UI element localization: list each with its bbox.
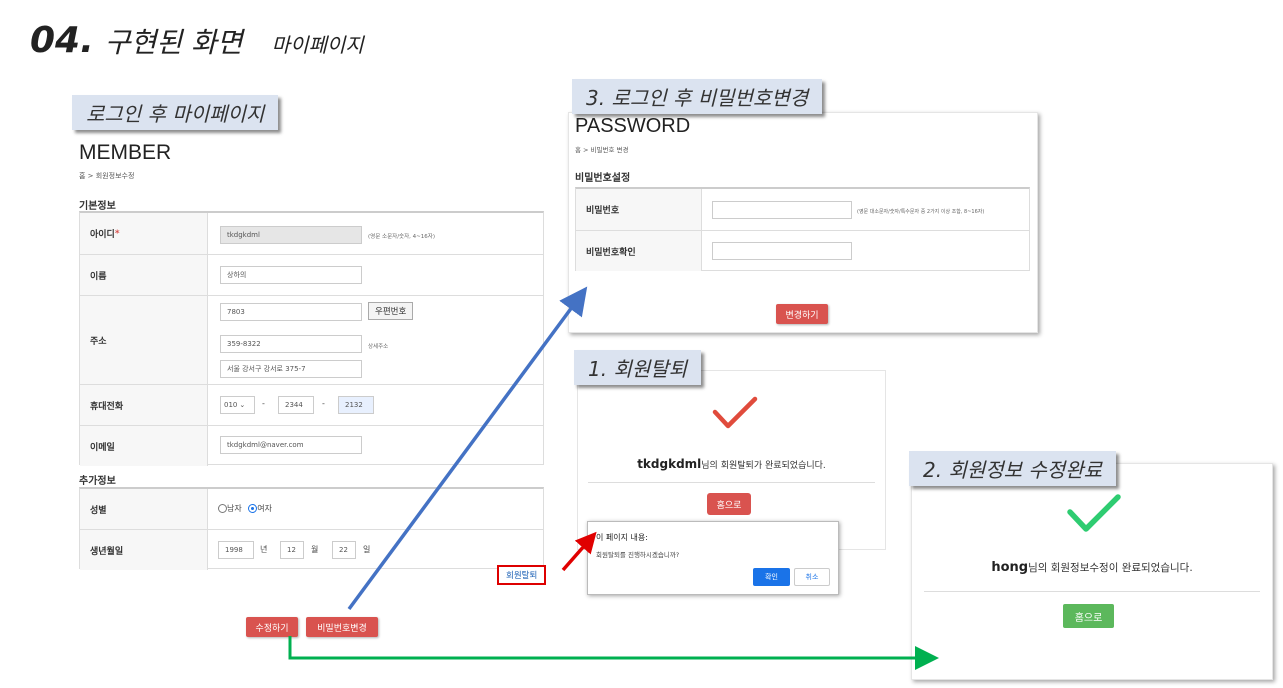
withdraw-message-text: 님의 회원탈퇴가 완료되었습니다. [701, 461, 826, 471]
birth-day-unit: 일 [363, 545, 371, 554]
save-button[interactable]: 수정하기 [246, 617, 298, 637]
phone-dash-2: - [322, 399, 325, 408]
edit-done-home-button[interactable]: 홈으로 [1063, 604, 1114, 628]
row-password: 비밀번호 (영문 대소문자/숫자/특수문자 중 2가지 이상 조합, 8~16자… [576, 189, 1029, 231]
withdraw-link[interactable]: 회원탈퇴 [497, 565, 547, 585]
address2-field[interactable]: 서울 강서구 강서로 375-7 [220, 360, 362, 378]
check-icon [1067, 494, 1121, 532]
row-id: 아이디 * tkdgkdml (영문 소문자/숫자, 4~16자) [80, 213, 543, 255]
id-field[interactable]: tkdgkdml [220, 226, 362, 244]
password-hint: (영문 대소문자/숫자/특수문자 중 2가지 이상 조합, 8~16자) [857, 209, 985, 215]
id-hint: (영문 소문자/숫자, 4~16자) [368, 234, 435, 240]
password-confirm-label: 비밀번호확인 [576, 231, 702, 271]
arrow-to-edit-done [288, 636, 939, 670]
dialog-ok-button[interactable]: 확인 [753, 568, 790, 586]
slide-subtitle: 마이페이지 [271, 33, 364, 57]
birth-day-field[interactable]: 22 [332, 541, 356, 559]
basic-info-title: 기본정보 [79, 201, 116, 212]
caption-password: 3. 로그인 후 비밀번호변경 [572, 79, 823, 114]
divider [924, 591, 1260, 592]
caption-edit-done: 2. 회원정보 수정완료 [909, 451, 1116, 486]
name-label: 이름 [80, 255, 208, 295]
phone-dash-1: - [262, 399, 265, 408]
row-name: 이름 상하의 [80, 255, 543, 296]
member-breadcrumb: 홈 > 회원정보수정 [79, 172, 135, 180]
row-address: 주소 7803 우편번호 359-8322 상세주소 서울 강서구 강서로 37… [80, 296, 543, 385]
row-birth: 생년월일 1998 년 12 월 22 일 [80, 530, 543, 570]
address1-field[interactable]: 359-8322 [220, 335, 362, 353]
phone-last-field[interactable]: 2132 [338, 396, 374, 414]
postcode-field[interactable]: 7803 [220, 303, 362, 321]
email-label: 이메일 [80, 426, 208, 466]
edit-done-message-text: 님의 회원정보수정이 완료되었습니다. [1028, 562, 1193, 574]
password-heading: PASSWORD [575, 115, 691, 137]
password-breadcrumb: 홈 > 비밀번호 변경 [575, 146, 629, 154]
birth-year-field[interactable]: 1998 [218, 541, 254, 559]
row-password-confirm: 비밀번호확인 [576, 231, 1029, 271]
password-section-title: 비밀번호설정 [575, 173, 631, 184]
email-field[interactable]: tkdgkdml@naver.com [220, 436, 362, 454]
basic-info-table: 아이디 * tkdgkdml (영문 소문자/숫자, 4~16자) 이름 상하의 … [79, 211, 544, 466]
password-label: 비밀번호 [576, 189, 702, 230]
password-field[interactable] [712, 201, 852, 219]
birth-month-field[interactable]: 12 [280, 541, 304, 559]
address-detail-hint: 상세주소 [368, 344, 389, 350]
birth-month-unit: 월 [311, 545, 319, 554]
gender-female-radio[interactable] [248, 504, 258, 513]
id-label: 아이디 * [80, 213, 208, 254]
withdraw-username: tkdgkdml [637, 457, 702, 471]
row-gender: 성별 남자 여자 [80, 489, 543, 530]
required-mark: * [114, 228, 120, 239]
slide-main-title: 구현된 화면 [104, 26, 243, 59]
divider [588, 482, 875, 483]
gender-male-label: 남자 [227, 504, 242, 513]
withdraw-message: tkdgkdml님의 회원탈퇴가 완료되었습니다. [578, 457, 885, 471]
gender-radios: 남자 여자 [218, 503, 272, 514]
password-table: 비밀번호 (영문 대소문자/숫자/특수문자 중 2가지 이상 조합, 8~16자… [575, 187, 1030, 271]
caption-mypage: 로그인 후 마이페이지 [72, 95, 279, 130]
phone-label: 휴대전화 [80, 385, 208, 425]
change-password-button[interactable]: 비밀번호변경 [306, 617, 378, 637]
confirm-dialog: 이 페이지 내용: 회원탈퇴를 진행하시겠습니까? 확인 취소 [587, 521, 839, 595]
slide-title: 04. 구현된 화면 마이페이지 [30, 20, 364, 61]
slide-number: 04. [30, 20, 94, 61]
gender-female-label: 여자 [257, 504, 273, 513]
chevron-down-icon: ⌄ [239, 401, 246, 409]
password-panel: PASSWORD 홈 > 비밀번호 변경 비밀번호설정 비밀번호 (영문 대소문… [568, 112, 1038, 333]
address-label: 주소 [80, 296, 208, 384]
caption-withdraw: 1. 회원탈퇴 [574, 350, 702, 385]
dialog-cancel-button[interactable]: 취소 [794, 568, 830, 586]
postcode-button[interactable]: 우편번호 [368, 302, 414, 320]
row-phone: 휴대전화 010 ⌄ - 2344 - 2132 [80, 385, 543, 426]
extra-info-title: 추가정보 [79, 476, 116, 487]
change-password-submit[interactable]: 변경하기 [776, 304, 828, 324]
edit-done-panel: hong님의 회원정보수정이 완료되었습니다. 홈으로 [911, 463, 1273, 680]
name-field[interactable]: 상하의 [220, 266, 362, 284]
member-heading: MEMBER [79, 141, 172, 164]
gender-male-radio[interactable] [218, 504, 227, 513]
extra-info-table: 성별 남자 여자 생년월일 1998 년 12 월 22 일 [79, 487, 544, 570]
dialog-message: 회원탈퇴를 진행하시겠습니까? [596, 551, 680, 559]
gender-label: 성별 [80, 489, 208, 529]
check-icon [712, 396, 758, 429]
row-email: 이메일 tkdgkdml@naver.com [80, 426, 543, 466]
withdraw-home-button[interactable]: 홈으로 [707, 493, 751, 515]
phone-middle-field[interactable]: 2344 [278, 396, 314, 414]
edit-done-username: hong [991, 560, 1029, 575]
edit-done-message: hong님의 회원정보수정이 완료되었습니다. [912, 560, 1272, 575]
phone-prefix-select[interactable]: 010 ⌄ [220, 396, 255, 414]
birth-label: 생년월일 [80, 530, 208, 570]
password-confirm-field[interactable] [712, 242, 852, 260]
birth-year-unit: 년 [260, 545, 268, 554]
dialog-title: 이 페이지 내용: [596, 533, 648, 542]
